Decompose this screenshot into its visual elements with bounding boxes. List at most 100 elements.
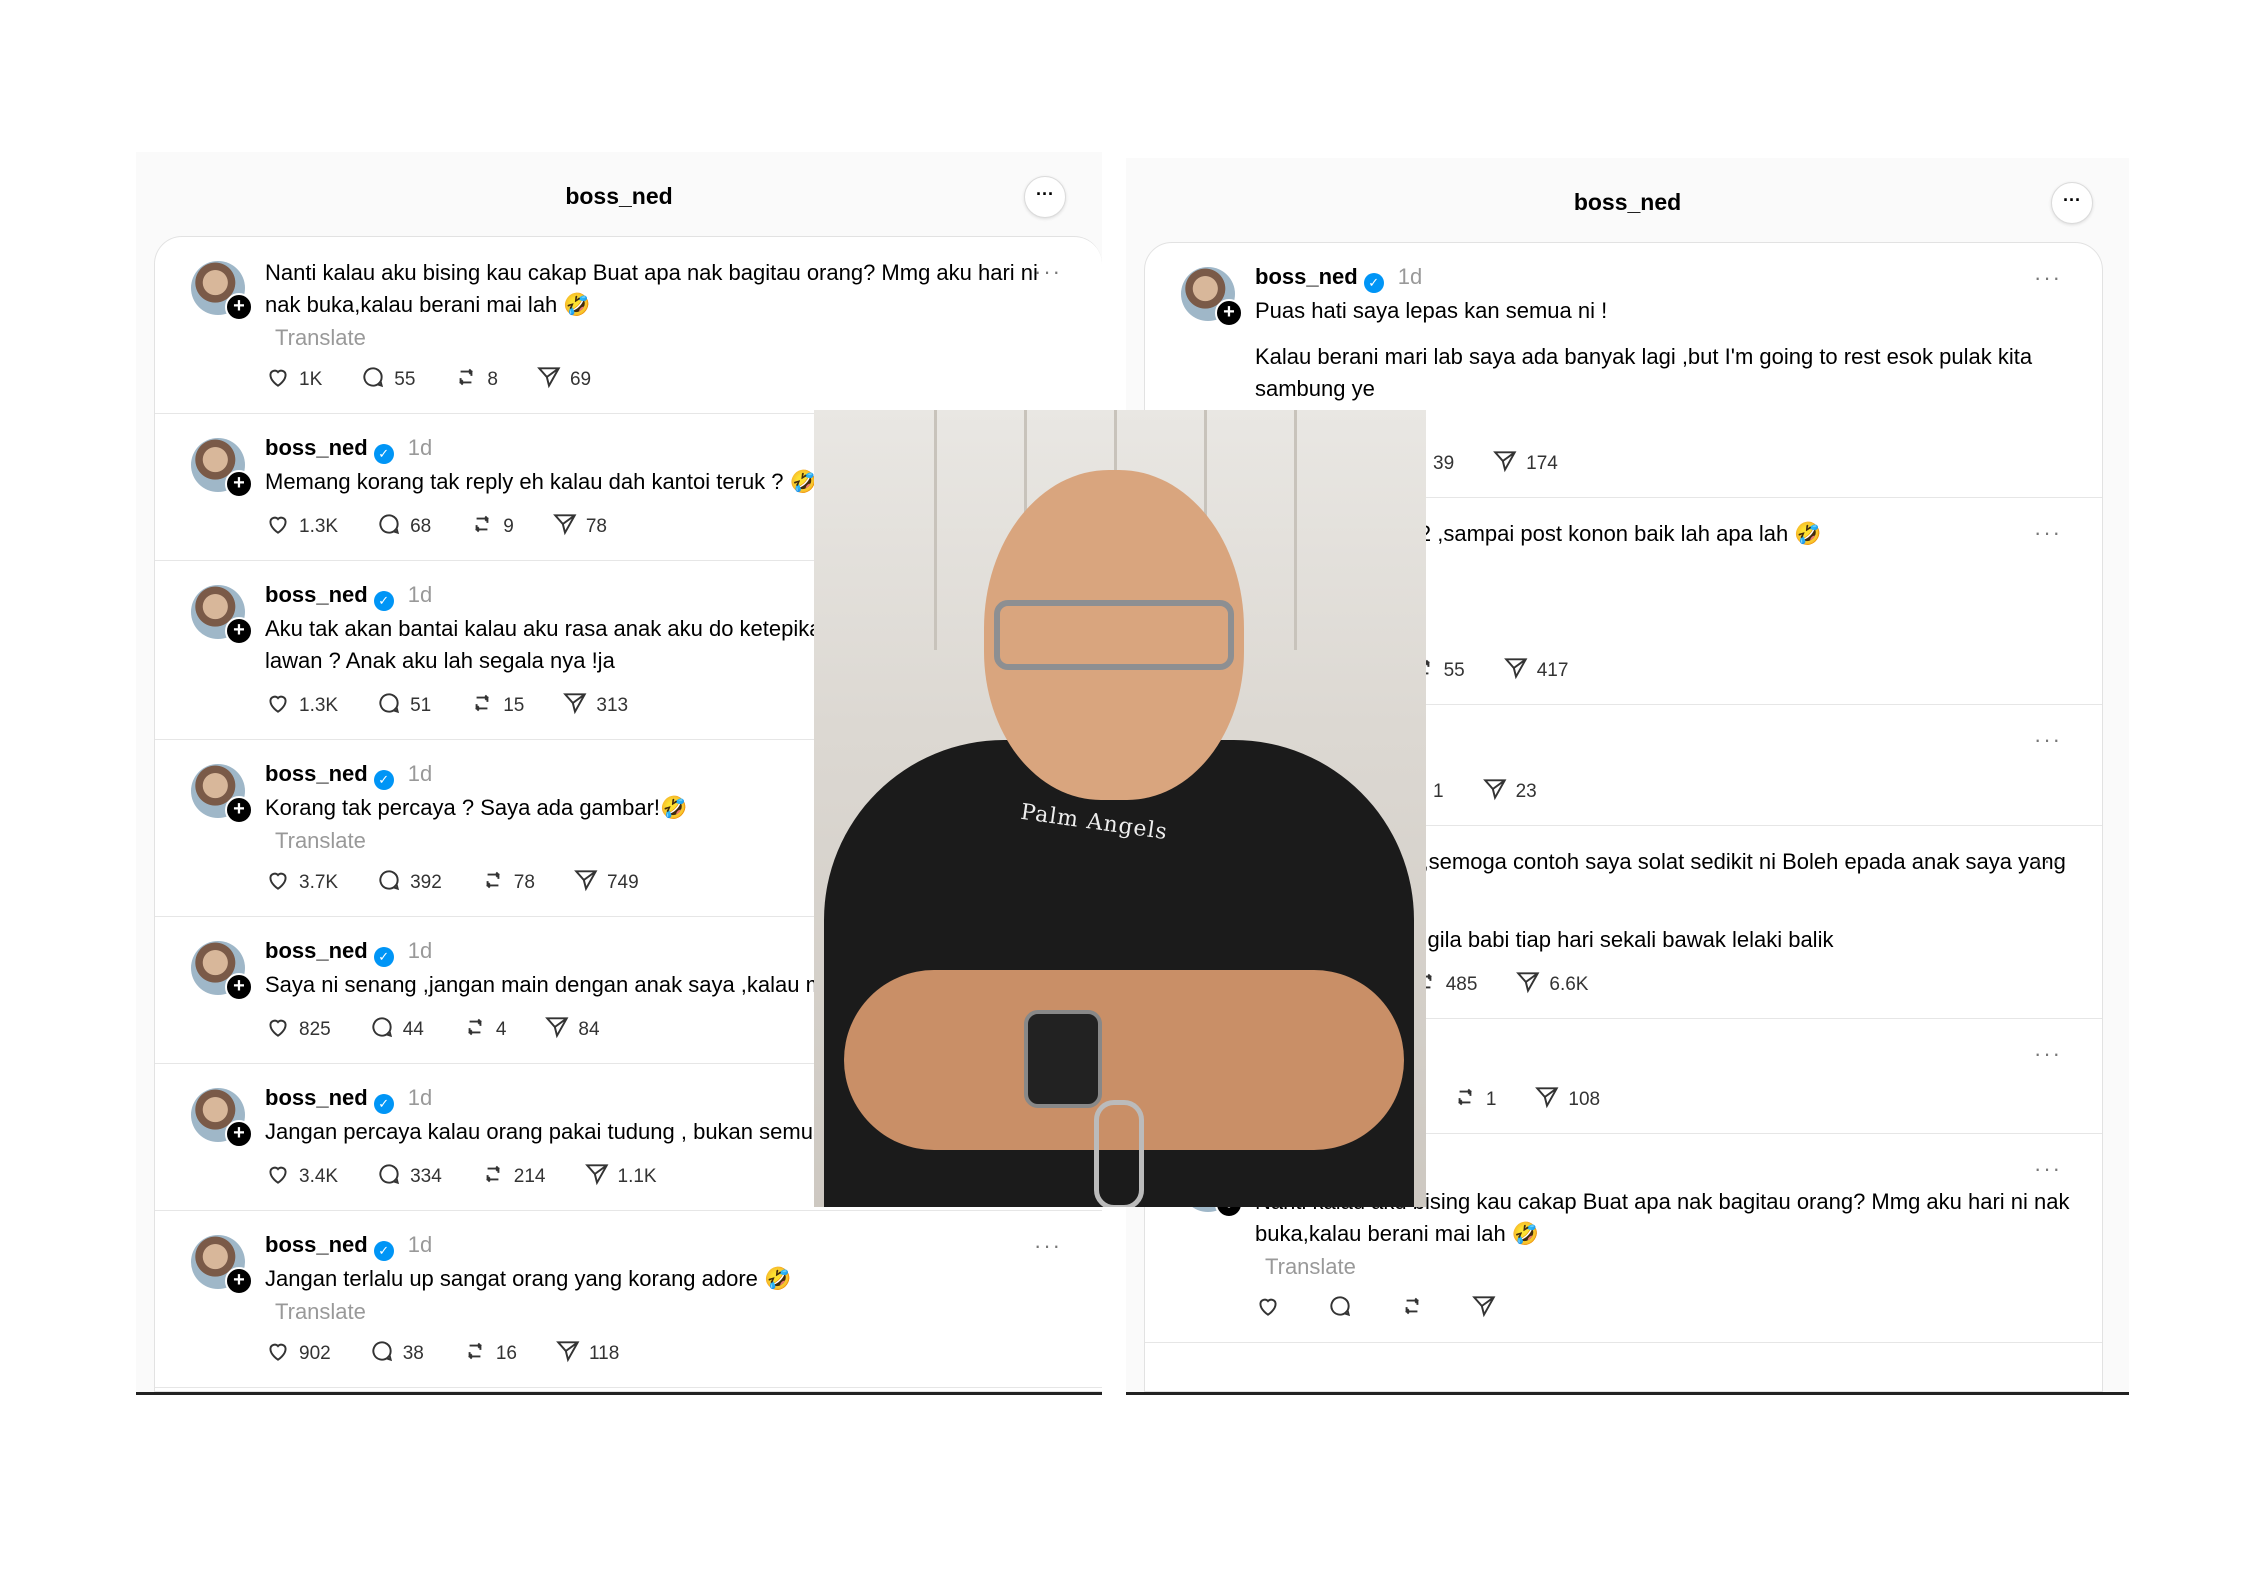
share-button[interactable]: 69 [536,364,591,396]
repost-button[interactable]: 16 [462,1338,517,1370]
comment-button[interactable]: 38 [369,1338,424,1370]
share-count: 1.1K [617,1166,657,1187]
share-button[interactable]: 417 [1503,655,1568,687]
share-button[interactable] [1471,1293,1505,1325]
repost-button[interactable]: 4 [462,1014,506,1046]
share-button[interactable]: 1.1K [584,1161,657,1193]
comment-icon [1327,1293,1353,1325]
repost-icon [469,511,495,543]
follow-plus-icon[interactable]: + [225,796,253,824]
post-more-icon[interactable]: ··· [2034,265,2062,291]
share-button[interactable]: 749 [573,867,639,899]
share-button[interactable]: 108 [1534,1084,1600,1116]
share-button[interactable]: 78 [552,511,607,543]
post-time: 1d [407,938,433,963]
post-more-icon[interactable]: ··· [2034,727,2062,753]
more-options-button[interactable]: ··· [1024,176,1066,218]
avatar[interactable]: + [191,261,253,321]
translate-link[interactable]: Translate [1265,1254,1356,1279]
like-button[interactable]: 3.7K [265,867,338,899]
translate-link[interactable]: Translate [275,1299,366,1324]
like-button[interactable]: 1.3K [265,511,338,543]
share-icon [584,1161,610,1193]
post-more-icon[interactable]: ··· [2034,1041,2062,1067]
verified-badge-icon: ✓ [373,444,394,464]
share-count: 23 [1515,781,1537,802]
share-icon [562,690,588,722]
like-button[interactable]: 1.3K [265,690,338,722]
comment-button[interactable]: 68 [376,511,431,543]
comment-button[interactable] [1327,1293,1361,1325]
post-actions: 902 38 16 118 [265,1339,1078,1369]
share-button[interactable]: 84 [544,1014,600,1046]
post-text: Nanti kalau aku bising kau cakap Buat ap… [265,257,1078,321]
repost-button[interactable]: 8 [453,364,498,396]
translate-link[interactable]: Translate [275,325,366,350]
panel-header: boss_ned ··· [1126,158,2129,246]
follow-plus-icon[interactable]: + [225,617,253,645]
avatar[interactable]: + [191,1235,253,1295]
like-count: 1.3K [299,695,339,716]
repost-button[interactable]: 78 [480,867,535,899]
follow-plus-icon[interactable]: + [225,973,253,1001]
follow-plus-icon[interactable]: + [225,470,253,498]
username[interactable]: boss_ned [265,1232,368,1257]
follow-plus-icon[interactable]: + [225,1120,253,1148]
thread-post[interactable]: + ··· Nanti kalau aku bising kau cakap Bua… [155,237,1102,414]
comment-button[interactable]: 55 [360,364,415,396]
post-text: Jangan terlalu up sangat orang yang kora… [265,1263,1078,1295]
repost-button[interactable]: 1 [1452,1084,1496,1116]
share-button[interactable]: 6.6K [1515,969,1588,1001]
like-button[interactable] [1255,1293,1289,1325]
post-more-icon[interactable]: ··· [1034,1233,1062,1259]
username[interactable]: boss_ned [265,938,368,963]
comment-count: 44 [402,1019,424,1040]
comment-button[interactable]: 334 [376,1161,442,1193]
repost-button[interactable]: 15 [469,690,524,722]
avatar[interactable]: + [1181,267,1243,327]
more-options-button[interactable]: ··· [2051,182,2093,224]
username[interactable]: boss_ned [265,761,368,786]
follow-plus-icon[interactable]: + [1215,299,1243,327]
comment-button[interactable]: 392 [376,867,442,899]
username[interactable]: boss_ned [265,1085,368,1110]
avatar[interactable]: + [191,585,253,645]
username[interactable]: boss_ned [1255,264,1358,289]
like-button[interactable]: 1K [265,364,322,396]
share-button[interactable]: 118 [555,1338,619,1370]
repost-button[interactable]: 214 [480,1161,546,1193]
comment-count: 55 [394,369,416,390]
like-button[interactable]: 3.4K [265,1161,338,1193]
post-more-icon[interactable]: ··· [2034,1156,2062,1182]
avatar[interactable]: + [191,1088,253,1148]
like-button[interactable]: 902 [265,1338,331,1370]
follow-plus-icon[interactable]: + [225,1267,253,1295]
verified-badge-icon: ✓ [373,591,394,611]
comment-button[interactable]: 44 [369,1014,424,1046]
post-more-icon[interactable]: ··· [2034,848,2062,874]
comment-button[interactable]: 51 [376,690,431,722]
comment-icon [376,511,402,543]
avatar[interactable]: + [191,941,253,1001]
share-count: 313 [596,695,629,716]
repost-button[interactable]: 9 [469,511,514,543]
translate-link[interactable]: Translate [275,828,366,853]
like-button[interactable]: 825 [265,1014,331,1046]
avatar[interactable]: + [191,438,253,498]
like-count: 3.7K [299,872,339,893]
like-count: 3.4K [299,1166,339,1187]
repost-button[interactable] [1399,1293,1433,1325]
username[interactable]: boss_ned [265,582,368,607]
thread-post[interactable]: + boss_ned ✓ 1d ··· Jangan terlalu up sangat … [155,1211,1102,1388]
avatar[interactable]: + [191,764,253,824]
share-button[interactable]: 23 [1482,776,1537,808]
post-more-icon[interactable]: ··· [2034,520,2062,546]
follow-plus-icon[interactable]: + [225,293,253,321]
share-button[interactable]: 313 [562,690,628,722]
share-button[interactable]: 174 [1492,448,1558,480]
repost-icon [480,1161,506,1193]
post-paragraph: Jangan terlalu up sangat orang yang kora… [265,1266,792,1291]
post-more-icon[interactable]: ··· [1034,259,1062,285]
username[interactable]: boss_ned [265,435,368,460]
share-count: 84 [578,1019,600,1040]
